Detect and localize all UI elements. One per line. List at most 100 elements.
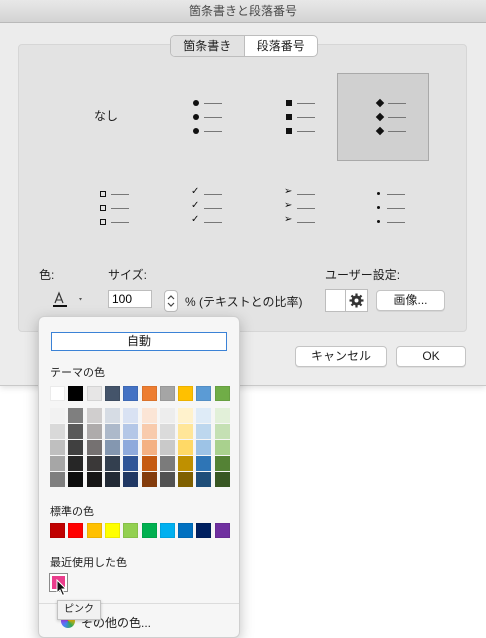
theme-shade-swatch[interactable] [123,472,138,487]
automatic-color-button[interactable]: 自動 [51,332,227,351]
theme-shade-swatch[interactable] [50,424,65,439]
theme-shade-swatch[interactable] [160,408,175,423]
theme-color-swatch[interactable] [87,386,102,401]
theme-shade-swatch[interactable] [123,440,138,455]
checkmark-icon: ✓ [191,214,200,225]
theme-shade-swatch[interactable] [178,424,193,439]
theme-color-swatch[interactable] [50,386,65,401]
size-input[interactable] [108,290,152,308]
theme-shade-swatch[interactable] [142,456,157,471]
theme-shade-swatch[interactable] [142,440,157,455]
recent-colors-heading: 最近使用した色 [50,557,127,569]
bullet-style-filled-square[interactable] [257,73,347,159]
theme-color-swatch[interactable] [105,386,120,401]
theme-shade-swatch[interactable] [178,440,193,455]
bullet-style-diamond[interactable] [337,73,429,161]
theme-shades-grid [50,408,230,488]
theme-shade-swatch[interactable] [68,456,83,471]
theme-shade-swatch[interactable] [178,408,193,423]
standard-color-swatch[interactable] [68,523,83,538]
theme-shade-swatch[interactable] [215,456,230,471]
theme-shade-swatch[interactable] [142,424,157,439]
theme-shade-swatch[interactable] [87,424,102,439]
theme-shade-swatch[interactable] [105,440,120,455]
window-title: 箇条書きと段落番号 [0,0,486,23]
theme-shade-swatch[interactable] [215,424,230,439]
standard-color-swatch[interactable] [178,523,193,538]
theme-shade-swatch[interactable] [142,472,157,487]
theme-shade-swatch[interactable] [105,424,120,439]
standard-color-swatch[interactable] [87,523,102,538]
theme-shade-swatch[interactable] [160,456,175,471]
theme-shade-swatch[interactable] [196,456,211,471]
font-color-icon [53,291,82,307]
theme-shade-swatch[interactable] [50,472,65,487]
standard-color-swatch[interactable] [50,523,65,538]
bullet-style-none[interactable]: なし [61,73,151,159]
standard-color-swatch[interactable] [123,523,138,538]
theme-color-swatch[interactable] [215,386,230,401]
theme-shade-swatch[interactable] [215,472,230,487]
theme-color-swatch[interactable] [178,386,193,401]
theme-shade-swatch[interactable] [142,408,157,423]
tab-numbering[interactable]: 段落番号 [245,36,318,56]
bullet-style-hollow-square[interactable] [71,170,161,256]
gear-icon [349,293,364,308]
theme-color-swatch[interactable] [196,386,211,401]
theme-shade-swatch[interactable] [105,408,120,423]
theme-shade-swatch[interactable] [196,424,211,439]
theme-shade-swatch[interactable] [50,408,65,423]
theme-shade-swatch[interactable] [160,472,175,487]
theme-shade-swatch[interactable] [68,408,83,423]
standard-color-swatch[interactable] [142,523,157,538]
theme-color-swatch[interactable] [160,386,175,401]
recent-colors-row [50,574,230,591]
bullet-style-filled-circle[interactable] [164,73,254,159]
pointer-cursor-icon [56,579,68,597]
color-picker-popup: 自動 テーマの色 標準の色 最近使用した色 その他の色... [38,316,240,638]
theme-shade-swatch[interactable] [50,456,65,471]
standard-color-swatch[interactable] [215,523,230,538]
theme-shade-swatch[interactable] [215,408,230,423]
theme-shade-swatch[interactable] [87,408,102,423]
theme-shade-swatch[interactable] [87,440,102,455]
checkmark-icon: ✓ [191,186,200,197]
theme-shade-swatch[interactable] [160,424,175,439]
ok-button[interactable]: OK [396,346,466,367]
standard-color-swatch[interactable] [105,523,120,538]
theme-shade-swatch[interactable] [68,424,83,439]
theme-shade-swatch[interactable] [87,456,102,471]
standard-color-swatch[interactable] [160,523,175,538]
theme-color-swatch[interactable] [68,386,83,401]
tab-bullets[interactable]: 箇条書き [171,36,245,56]
bullet-style-arrowhead[interactable]: ➢ ➢ ➢ [257,170,347,256]
size-label: サイズ: [108,268,147,282]
theme-shade-swatch[interactable] [178,456,193,471]
theme-shade-swatch[interactable] [196,472,211,487]
theme-shade-swatch[interactable] [68,472,83,487]
bullet-style-checkmark[interactable]: ✓ ✓ ✓ [164,170,254,256]
theme-shade-swatch[interactable] [123,408,138,423]
font-color-dropdown[interactable] [50,290,86,308]
theme-shade-swatch[interactable] [87,472,102,487]
arrowhead-icon: ➢ [284,214,293,225]
theme-shade-swatch[interactable] [123,456,138,471]
theme-shade-swatch[interactable] [196,408,211,423]
cancel-button[interactable]: キャンセル [295,346,387,367]
theme-color-swatch[interactable] [123,386,138,401]
theme-shade-swatch[interactable] [178,472,193,487]
theme-shade-swatch[interactable] [123,424,138,439]
theme-shade-swatch[interactable] [105,456,120,471]
bullet-style-small-dot[interactable] [347,170,437,256]
standard-color-swatch[interactable] [196,523,211,538]
theme-shade-swatch[interactable] [215,440,230,455]
size-stepper[interactable] [164,290,178,312]
theme-shade-swatch[interactable] [105,472,120,487]
image-button[interactable]: 画像... [376,290,445,311]
custom-bullet-settings-button[interactable] [345,289,368,312]
theme-shade-swatch[interactable] [160,440,175,455]
theme-shade-swatch[interactable] [50,440,65,455]
theme-shade-swatch[interactable] [196,440,211,455]
theme-color-swatch[interactable] [142,386,157,401]
theme-shade-swatch[interactable] [68,440,83,455]
